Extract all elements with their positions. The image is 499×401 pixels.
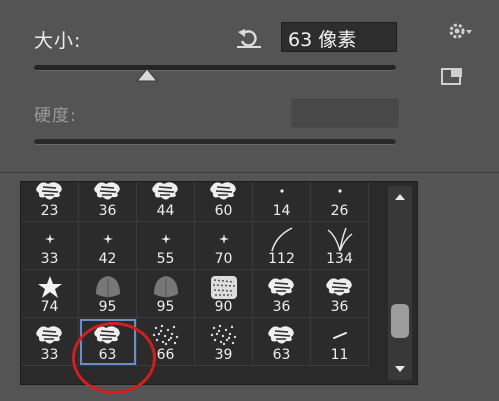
- brush-preset-cell[interactable]: 63: [253, 318, 311, 366]
- size-slider-track[interactable]: [34, 65, 396, 71]
- reset-icon[interactable]: [234, 26, 264, 50]
- brush-size-label: 39: [214, 347, 233, 363]
- brush-thumbnail-icon: [79, 274, 136, 300]
- brush-thumbnail-icon: [195, 182, 252, 204]
- brush-thumbnail-icon: [311, 322, 368, 348]
- brush-thumbnail-icon: [195, 274, 252, 300]
- brush-preset-panel: 大小: 63 像素 硬度: 23 36 44 60 14 26 33 42 55 70 112 134…: [0, 0, 499, 401]
- brush-size-label: 42: [98, 251, 117, 267]
- brush-size-label: 36: [330, 299, 349, 315]
- brush-size-label: 36: [272, 299, 291, 315]
- new-preset-icon[interactable]: [441, 67, 463, 85]
- brush-size-label: 74: [40, 299, 59, 315]
- hardness-slider-track: [34, 139, 396, 145]
- brush-thumbnail-icon: [253, 182, 310, 204]
- brush-thumbnail-icon: [253, 322, 310, 348]
- brush-thumbnail-icon: [195, 322, 252, 348]
- brush-preset-cell[interactable]: 39: [195, 318, 253, 366]
- brush-size-label: 63: [272, 347, 291, 363]
- brush-preset-cell[interactable]: 95: [137, 270, 195, 318]
- brush-size-label: 33: [40, 347, 59, 363]
- brush-preset-cell[interactable]: 33: [21, 318, 79, 366]
- brush-thumbnail-icon: [311, 226, 368, 252]
- brush-size-label: 70: [214, 251, 233, 267]
- brush-thumbnail-icon: [137, 226, 194, 252]
- brush-size-label: 112: [268, 251, 295, 267]
- brush-thumbnail-icon: [137, 322, 194, 348]
- brush-thumbnail-icon: [311, 274, 368, 300]
- gear-icon[interactable]: [447, 20, 473, 42]
- brush-preset-cell[interactable]: 36: [253, 270, 311, 318]
- brush-size-label: 23: [40, 203, 59, 219]
- brush-preset-cell[interactable]: 44: [137, 182, 195, 222]
- brush-thumbnail-icon: [79, 182, 136, 204]
- size-label: 大小:: [34, 30, 82, 52]
- brush-preset-cell[interactable]: 63: [79, 318, 137, 366]
- brush-size-label: 26: [330, 203, 349, 219]
- brush-thumbnail-icon: [137, 182, 194, 204]
- brush-preset-cell[interactable]: 26: [311, 182, 369, 222]
- brush-preset-grid: 23 36 44 60 14 26 33 42 55 70 112 134 74 95 95 90 36 36 33…: [20, 181, 418, 385]
- brush-size-label: 14: [272, 203, 291, 219]
- brush-preset-cell[interactable]: 95: [79, 270, 137, 318]
- size-slider-handle[interactable]: [136, 68, 158, 82]
- scroll-thumb[interactable]: [391, 304, 409, 338]
- brush-thumbnail-icon: [21, 182, 78, 204]
- brush-size-label: 44: [156, 203, 175, 219]
- brush-thumbnail-icon: [21, 322, 78, 348]
- brush-preset-cell[interactable]: 134: [311, 222, 369, 270]
- brush-thumbnail-icon: [21, 226, 78, 252]
- brush-size-label: 36: [98, 203, 117, 219]
- brush-preset-cell[interactable]: 42: [79, 222, 137, 270]
- brush-thumbnail-icon: [195, 226, 252, 252]
- brush-preset-cell[interactable]: 36: [311, 270, 369, 318]
- brush-size-label: 11: [330, 347, 349, 363]
- brush-preset-cell[interactable]: 60: [195, 182, 253, 222]
- brush-size-label: 134: [326, 251, 353, 267]
- brush-preset-cell[interactable]: 14: [253, 182, 311, 222]
- brush-thumbnail-icon: [253, 274, 310, 300]
- brush-thumbnail-icon: [79, 322, 136, 348]
- hardness-label: 硬度:: [34, 106, 77, 126]
- scrollbar[interactable]: [388, 186, 412, 380]
- scroll-up-icon[interactable]: [395, 194, 405, 200]
- brush-preset-cell[interactable]: 70: [195, 222, 253, 270]
- divider: [0, 172, 499, 173]
- brush-grid: 23 36 44 60 14 26 33 42 55 70 112 134 74 95 95 90 36 36 33…: [21, 182, 369, 366]
- brush-preset-cell[interactable]: 11: [311, 318, 369, 366]
- size-input[interactable]: 63 像素: [281, 22, 397, 52]
- brush-thumbnail-icon: [253, 226, 310, 252]
- brush-size-label: 33: [40, 251, 59, 267]
- brush-preset-cell[interactable]: 112: [253, 222, 311, 270]
- brush-size-label: 95: [156, 299, 175, 315]
- brush-preset-cell[interactable]: 66: [137, 318, 195, 366]
- brush-preset-cell[interactable]: 74: [21, 270, 79, 318]
- brush-preset-cell[interactable]: 23: [21, 182, 79, 222]
- hardness-input: [291, 98, 399, 128]
- brush-size-label: 63: [98, 347, 117, 363]
- brush-thumbnail-icon: [311, 182, 368, 204]
- brush-size-label: 66: [156, 347, 175, 363]
- brush-size-label: 95: [98, 299, 117, 315]
- brush-thumbnail-icon: [137, 274, 194, 300]
- brush-preset-cell[interactable]: 33: [21, 222, 79, 270]
- brush-thumbnail-icon: [79, 226, 136, 252]
- brush-thumbnail-icon: [21, 274, 78, 300]
- brush-preset-cell[interactable]: 90: [195, 270, 253, 318]
- brush-size-label: 90: [214, 299, 233, 315]
- brush-size-label: 55: [156, 251, 175, 267]
- brush-size-label: 60: [214, 203, 233, 219]
- scroll-down-icon[interactable]: [395, 366, 405, 372]
- brush-preset-cell[interactable]: 55: [137, 222, 195, 270]
- brush-preset-cell[interactable]: 36: [79, 182, 137, 222]
